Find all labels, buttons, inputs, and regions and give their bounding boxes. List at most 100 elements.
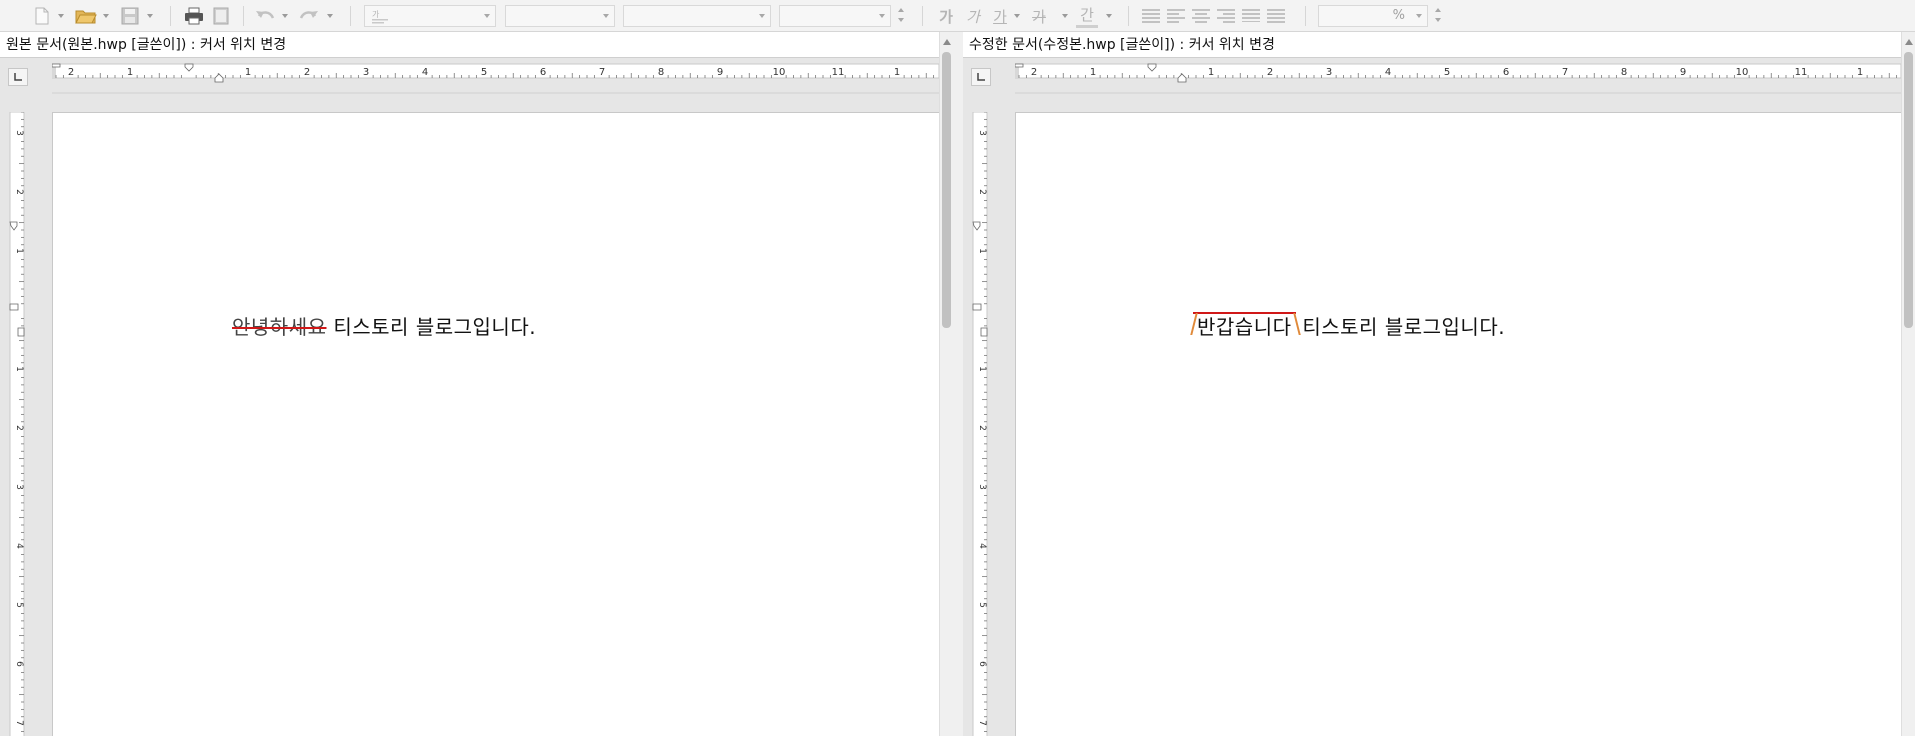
ruler-label: 1 xyxy=(1208,67,1214,78)
toolbar-separator xyxy=(922,6,923,26)
tab-type-button[interactable] xyxy=(971,68,991,86)
open-dropdown-icon[interactable] xyxy=(103,14,109,18)
underline-icon[interactable]: 가 xyxy=(989,4,1011,28)
document-text-line[interactable]: 반갑습니다 티스토리 블로그입니다. xyxy=(1190,311,1506,340)
undo-dropdown-icon[interactable] xyxy=(282,14,288,18)
new-document-icon[interactable] xyxy=(32,4,52,28)
italic-icon[interactable]: 가 xyxy=(962,4,984,28)
document-text-line[interactable]: 안녕하세요 티스토리 블로그입니다. xyxy=(232,311,536,340)
save-dropdown-icon[interactable] xyxy=(147,14,153,18)
style-icon: 가 xyxy=(371,8,389,28)
zoom-unit-label: % xyxy=(1392,8,1405,23)
line-marker[interactable] xyxy=(972,303,982,311)
ruler-label: 1 xyxy=(1857,67,1863,78)
ruler-label: 4 xyxy=(422,67,428,78)
vertical-scrollbar[interactable] xyxy=(1901,32,1915,736)
ruler-label: 2 xyxy=(977,425,987,431)
ruler-label: 7 xyxy=(14,720,24,726)
ruler-corner xyxy=(0,58,52,112)
zoom-spinner[interactable] xyxy=(1432,5,1444,27)
undo-icon[interactable] xyxy=(254,4,276,28)
bold-icon[interactable]: 가 xyxy=(935,4,957,28)
ruler-label: 6 xyxy=(540,67,546,78)
vertical-ruler[interactable]: 3 2 1 1 2 3 4 5 6 7 xyxy=(963,112,1015,736)
ruler-label: 2 xyxy=(14,425,24,431)
ruler-label: 7 xyxy=(1562,67,1568,78)
distribute-icon[interactable] xyxy=(1240,4,1262,28)
print-icon[interactable] xyxy=(182,4,206,28)
original-document-pane: 원본 문서(원본.hwp [글쓴이]) : 커서 위치 변경 2 1 1 2 3 4 5 6 7… xyxy=(0,32,953,736)
scroll-thumb[interactable] xyxy=(942,52,951,328)
redo-dropdown-icon[interactable] xyxy=(327,14,333,18)
left-margin-marker[interactable] xyxy=(52,63,61,68)
ruler-label: 6 xyxy=(1503,67,1509,78)
horizontal-ruler[interactable]: 2 1 1 2 3 4 5 6 7 8 9 10 11 1 xyxy=(1015,58,1901,112)
document-page[interactable]: 안녕하세요 티스토리 블로그입니다. xyxy=(52,112,939,736)
text-color-dropdown-icon[interactable] xyxy=(1106,14,1112,18)
toolbar-separator xyxy=(1305,6,1306,26)
redo-icon[interactable] xyxy=(298,4,320,28)
new-document-dropdown-icon[interactable] xyxy=(58,14,64,18)
ruler-label: 1 xyxy=(977,366,987,372)
font-combo[interactable] xyxy=(623,5,771,27)
align-center-icon[interactable] xyxy=(1190,4,1212,28)
language-combo[interactable] xyxy=(505,5,615,27)
align-left-icon[interactable] xyxy=(1165,4,1187,28)
paragraph-marker[interactable] xyxy=(980,327,988,337)
font-size-spinner[interactable] xyxy=(895,5,907,27)
align-right-icon[interactable] xyxy=(1215,4,1237,28)
ruler-label: 1 xyxy=(245,67,251,78)
scroll-thumb[interactable] xyxy=(1904,52,1913,328)
ruler-label: 2 xyxy=(14,189,24,195)
save-icon[interactable] xyxy=(119,4,141,28)
toolbar-separator xyxy=(1128,6,1129,26)
ruler-label: 2 xyxy=(304,67,310,78)
ruler-corner xyxy=(963,58,1015,112)
scroll-up-icon[interactable] xyxy=(1905,39,1913,45)
ruler-label: 3 xyxy=(1326,67,1332,78)
ruler-label: 5 xyxy=(481,67,487,78)
open-folder-icon[interactable] xyxy=(74,4,98,28)
scroll-up-icon[interactable] xyxy=(943,39,951,45)
vertical-scrollbar[interactable] xyxy=(939,32,953,736)
ruler-label: 8 xyxy=(1621,67,1627,78)
paragraph-marker[interactable] xyxy=(17,327,25,337)
divide-icon[interactable] xyxy=(1265,4,1287,28)
zoom-combo[interactable]: % xyxy=(1318,5,1428,27)
unchanged-text: 티스토리 블로그입니다. xyxy=(326,315,537,339)
ruler-label: 2 xyxy=(1031,67,1037,78)
ruler-label: 2 xyxy=(68,67,74,78)
tab-type-button[interactable] xyxy=(8,68,28,86)
ruler-label: 4 xyxy=(977,543,987,549)
ruler-label: 1 xyxy=(1090,67,1096,78)
ruler-label: 1 xyxy=(127,67,133,78)
underline-dropdown-icon[interactable] xyxy=(1014,14,1020,18)
ruler-label: 7 xyxy=(977,720,987,726)
ruler-label: 3 xyxy=(363,67,369,78)
style-combo[interactable]: 가 xyxy=(364,5,496,27)
ruler-label: 1 xyxy=(977,248,987,254)
text-color-icon[interactable]: 간 xyxy=(1076,4,1098,28)
unchanged-text: 티스토리 블로그입니다. xyxy=(1295,315,1506,339)
align-justify-icon[interactable] xyxy=(1140,4,1162,28)
horizontal-ruler[interactable]: 2 1 1 2 3 4 5 6 7 8 9 10 11 1 xyxy=(52,58,939,112)
original-pane-title: 원본 문서(원본.hwp [글쓴이]) : 커서 위치 변경 xyxy=(0,32,939,58)
document-page[interactable]: 반갑습니다 티스토리 블로그입니다. xyxy=(1015,112,1901,736)
strikethrough-dropdown-icon[interactable] xyxy=(1062,14,1068,18)
ruler-label: 4 xyxy=(14,543,24,549)
font-size-combo[interactable] xyxy=(779,5,891,27)
svg-text:가: 가 xyxy=(372,10,380,19)
vertical-ruler[interactable]: 3 2 1 1 2 3 4 5 6 7 xyxy=(0,112,52,736)
left-margin-marker[interactable] xyxy=(1015,63,1024,68)
toolbar-separator xyxy=(170,6,171,26)
inserted-text-value: 반갑습니다 xyxy=(1197,315,1292,339)
ruler-label: 2 xyxy=(1267,67,1273,78)
strikethrough-icon[interactable]: 가 xyxy=(1028,4,1050,28)
ruler-label: 7 xyxy=(599,67,605,78)
ruler-label: 8 xyxy=(658,67,664,78)
ruler-label: 11 xyxy=(1795,67,1808,78)
print-preview-icon[interactable] xyxy=(210,4,232,28)
line-marker[interactable] xyxy=(9,303,19,311)
ruler-label: 1 xyxy=(894,67,900,78)
ruler-label: 9 xyxy=(717,67,723,78)
